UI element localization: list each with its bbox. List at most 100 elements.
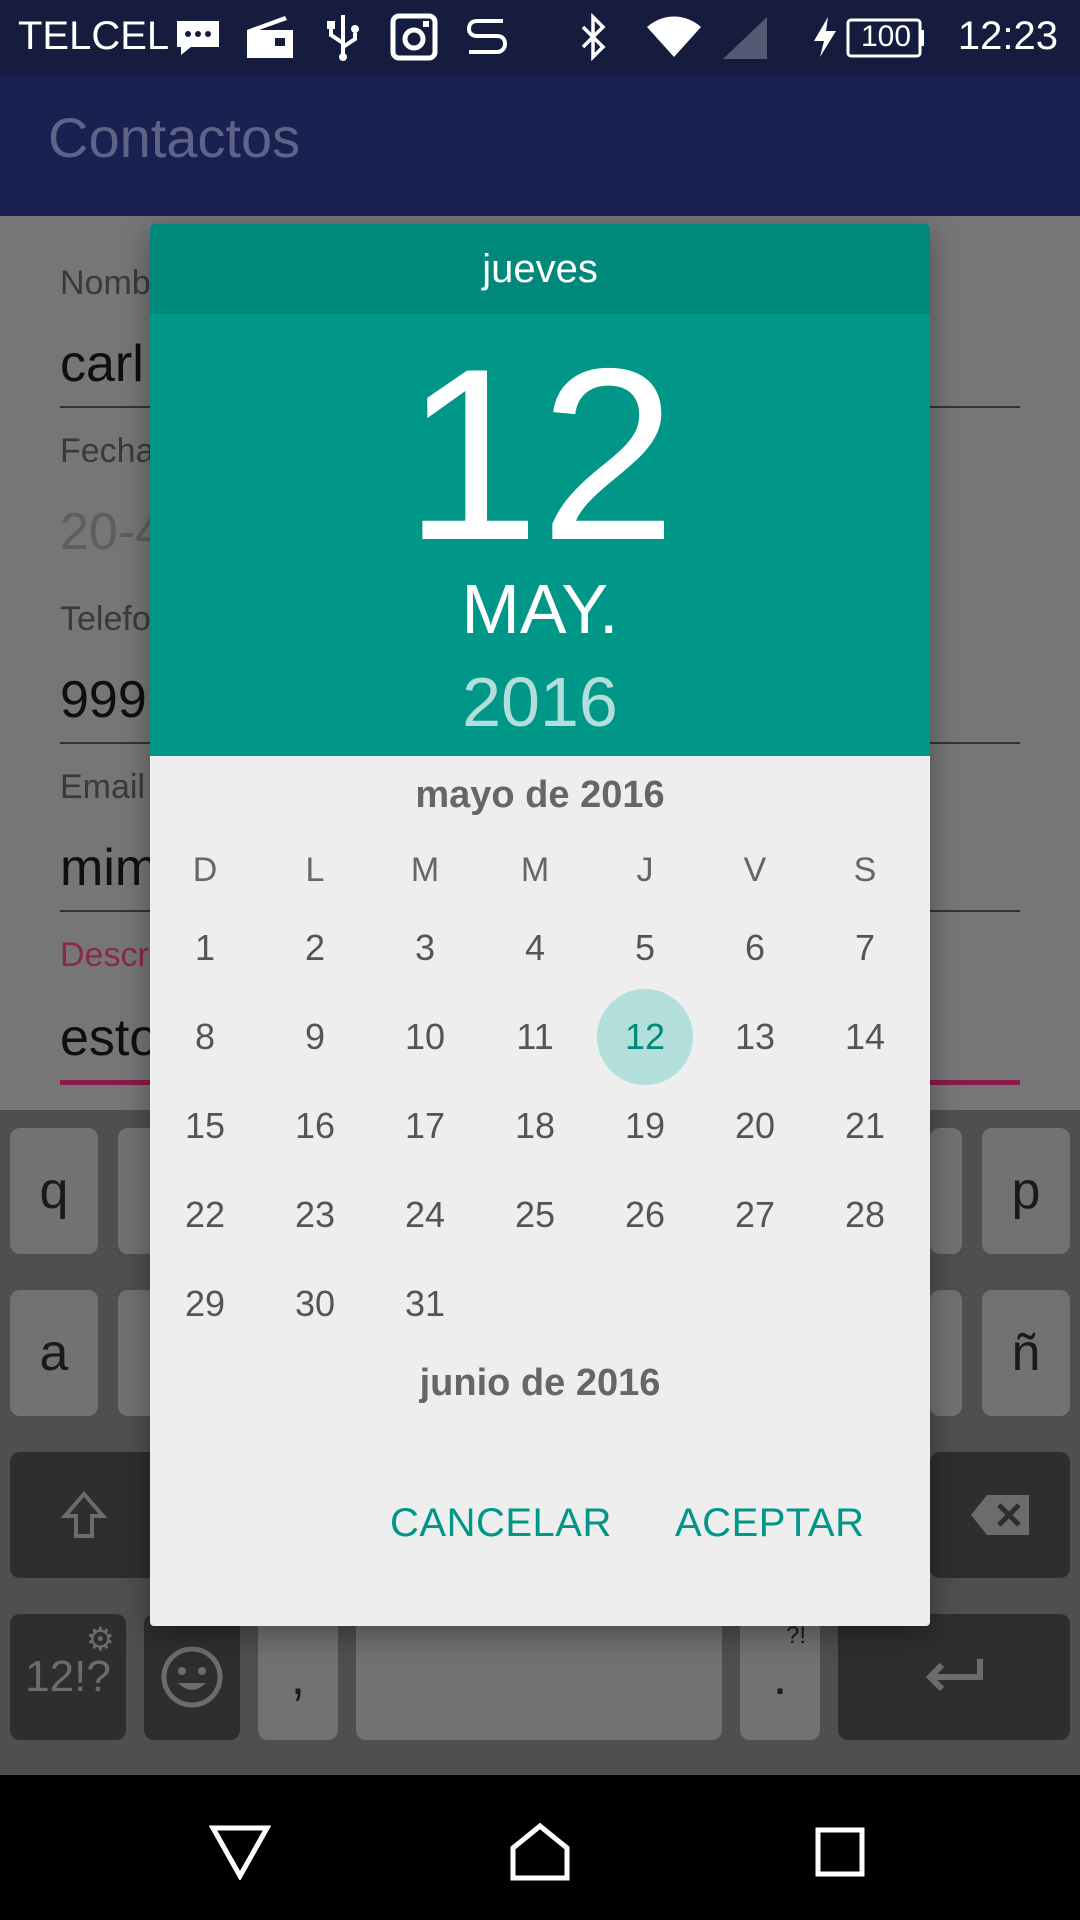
home-icon [510, 1822, 570, 1881]
calendar-day[interactable]: 26 [590, 1167, 700, 1263]
charging-icon [808, 12, 842, 62]
shift-icon [61, 1490, 107, 1538]
calendar-day-number: 3 [414, 927, 436, 968]
enter-key[interactable] [838, 1614, 1070, 1740]
period-key[interactable]: . [740, 1614, 820, 1740]
key-l[interactable] [930, 1290, 962, 1416]
back-triangle-icon [209, 1825, 271, 1880]
emoji-key[interactable] [144, 1614, 240, 1740]
calendar-day-number: 15 [184, 1105, 226, 1146]
enter-icon [925, 1659, 983, 1692]
key-n-tilde[interactable]: ñ [982, 1290, 1070, 1416]
app-s-icon [462, 12, 512, 62]
calendar-day-number: 24 [404, 1194, 446, 1235]
date-label: Fecha [60, 432, 155, 470]
calendar-day[interactable]: 29 [150, 1256, 260, 1352]
calendar-day[interactable]: 24 [370, 1167, 480, 1263]
selected-month-display[interactable]: MAY. [150, 569, 930, 649]
backspace-key[interactable] [930, 1452, 1070, 1578]
description-field[interactable]: esto [60, 1008, 158, 1068]
key-o[interactable] [930, 1128, 962, 1254]
calendar-day-number: 26 [624, 1194, 666, 1235]
wifi-icon [644, 12, 704, 62]
key-a[interactable]: a [10, 1290, 98, 1416]
app-bar: Contactos [0, 75, 1080, 216]
settings-gear-icon: ⚙ [86, 1621, 115, 1657]
home-button[interactable] [505, 1817, 575, 1887]
status-bar: TELCEL 100 12:23 [0, 0, 1080, 75]
calendar-day[interactable]: 11 [480, 989, 590, 1085]
calendar-day-number: 13 [734, 1016, 776, 1057]
usb-icon [318, 12, 368, 62]
calendar-day[interactable]: 2 [260, 900, 370, 996]
calendar-day[interactable]: 7 [810, 900, 920, 996]
shift-key[interactable] [10, 1452, 158, 1578]
calendar-day[interactable]: 21 [810, 1078, 920, 1174]
calendar-day[interactable]: 8 [150, 989, 260, 1085]
calendar-day[interactable]: 18 [480, 1078, 590, 1174]
calendar-day[interactable]: 17 [370, 1078, 480, 1174]
next-month-title: junio de 2016 [419, 1362, 661, 1404]
day-of-week-label: J [636, 851, 654, 889]
calendar-day-number: 2 [304, 927, 326, 968]
calendar-day[interactable]: 31 [370, 1256, 480, 1352]
back-button[interactable] [205, 1817, 275, 1887]
calendar-day[interactable]: 13 [700, 989, 810, 1085]
calendar-day-number: 19 [624, 1105, 666, 1146]
recents-square-icon [815, 1827, 865, 1877]
space-key[interactable] [356, 1614, 722, 1740]
calendar-day-number: 10 [404, 1016, 446, 1057]
calendar-day-number: 29 [184, 1283, 226, 1324]
phone-label: Telefo [60, 600, 151, 638]
calendar-day[interactable]: 4 [480, 900, 590, 996]
backspace-icon [971, 1495, 1029, 1535]
calendar-day[interactable]: 3 [370, 900, 480, 996]
accept-button[interactable]: ACEPTAR [675, 1501, 864, 1546]
calendar-day-number: 1 [194, 927, 216, 968]
email-field[interactable]: mim [60, 838, 158, 898]
calendar-day[interactable]: 20 [700, 1078, 810, 1174]
calendar-day[interactable]: 22 [150, 1167, 260, 1263]
calendar-day[interactable]: 15 [150, 1078, 260, 1174]
carrier-name: TELCEL [18, 14, 170, 58]
calendar-day[interactable]: 28 [810, 1167, 920, 1263]
calendar-day[interactable]: 9 [260, 989, 370, 1085]
calendar-day[interactable]: 30 [260, 1256, 370, 1352]
day-of-week-label: M [520, 851, 550, 889]
phone-field[interactable]: 999 [60, 670, 147, 730]
calendar-day-number: 21 [844, 1105, 886, 1146]
calendar-day-number: 22 [184, 1194, 226, 1235]
cancel-button[interactable]: CANCELAR [390, 1501, 612, 1546]
calendar-day[interactable]: 10 [370, 989, 480, 1085]
calendar-day[interactable]: 16 [260, 1078, 370, 1174]
key-q[interactable]: q [10, 1128, 98, 1254]
calendar-day-number: 25 [514, 1194, 556, 1235]
day-of-week-label: D [192, 851, 218, 889]
calendar-day[interactable]: 27 [700, 1167, 810, 1263]
calendar-day[interactable]: 19 [590, 1078, 700, 1174]
calendar-day[interactable]: 23 [260, 1167, 370, 1263]
selected-day-display[interactable]: 12 [150, 332, 930, 577]
calendar-day[interactable]: 25 [480, 1167, 590, 1263]
date-field[interactable]: 20-4 [60, 502, 164, 562]
calendar-day[interactable]: 6 [700, 900, 810, 996]
calendar-day-number: 6 [744, 927, 766, 968]
selected-year-display[interactable]: 2016 [150, 662, 930, 742]
calendar-day-number: 17 [404, 1105, 446, 1146]
name-field[interactable]: carl [60, 334, 144, 394]
app-title: Contactos [48, 106, 301, 169]
recents-button[interactable] [805, 1817, 875, 1887]
key-p[interactable]: p [982, 1128, 1070, 1254]
instagram-icon [388, 12, 440, 62]
calendar-day-number: 28 [844, 1194, 886, 1235]
weekday-header: jueves [150, 224, 930, 314]
comma-key[interactable]: , [258, 1614, 338, 1740]
month-title: mayo de 2016 [415, 774, 665, 816]
calendar-day[interactable]: 14 [810, 989, 920, 1085]
bluetooth-icon [572, 12, 616, 62]
calendar-day-number: 8 [194, 1016, 216, 1057]
calendar-day[interactable]: 1 [150, 900, 260, 996]
calendar-day-number: 4 [524, 927, 546, 968]
calendar-day[interactable]: 5 [590, 900, 700, 996]
calendar-day-selected[interactable]: 12 [590, 989, 700, 1085]
